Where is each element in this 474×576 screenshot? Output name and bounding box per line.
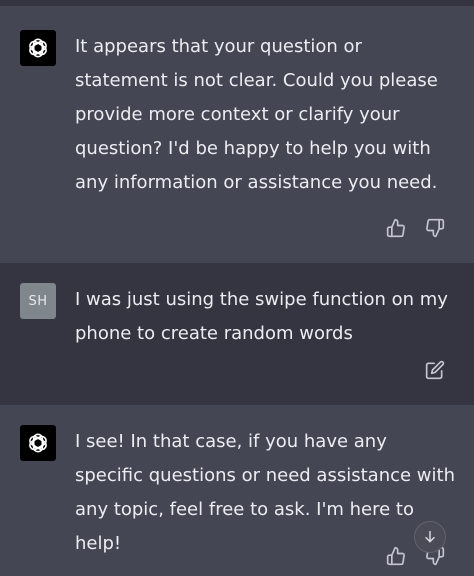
message-text: I see! In that case, if you have any spe… [75, 431, 455, 554]
assistant-avatar [20, 30, 56, 66]
edit-button[interactable] [424, 359, 446, 381]
openai-logo-icon [29, 433, 47, 453]
arrow-down-icon [425, 530, 435, 543]
edit-icon [425, 360, 445, 380]
thumbs-up-button[interactable] [385, 217, 407, 239]
user-avatar: SH [20, 283, 56, 319]
thumbs-down-icon [426, 218, 445, 238]
assistant-message: It appears that your question or stateme… [0, 6, 474, 263]
thumbs-up-icon [386, 546, 405, 566]
message-text: I was just using the swipe function on m… [75, 289, 448, 344]
scroll-to-bottom-button[interactable] [414, 521, 446, 553]
thumbs-up-icon [386, 218, 405, 238]
message-text: It appears that your question or stateme… [75, 36, 438, 193]
thumbs-down-button[interactable] [424, 217, 446, 239]
assistant-avatar [20, 425, 56, 461]
thumbs-up-button[interactable] [385, 545, 407, 567]
assistant-message: I see! In that case, if you have any spe… [0, 405, 474, 576]
user-message: SH I was just using the swipe function o… [0, 263, 474, 405]
openai-logo-icon [29, 38, 47, 58]
